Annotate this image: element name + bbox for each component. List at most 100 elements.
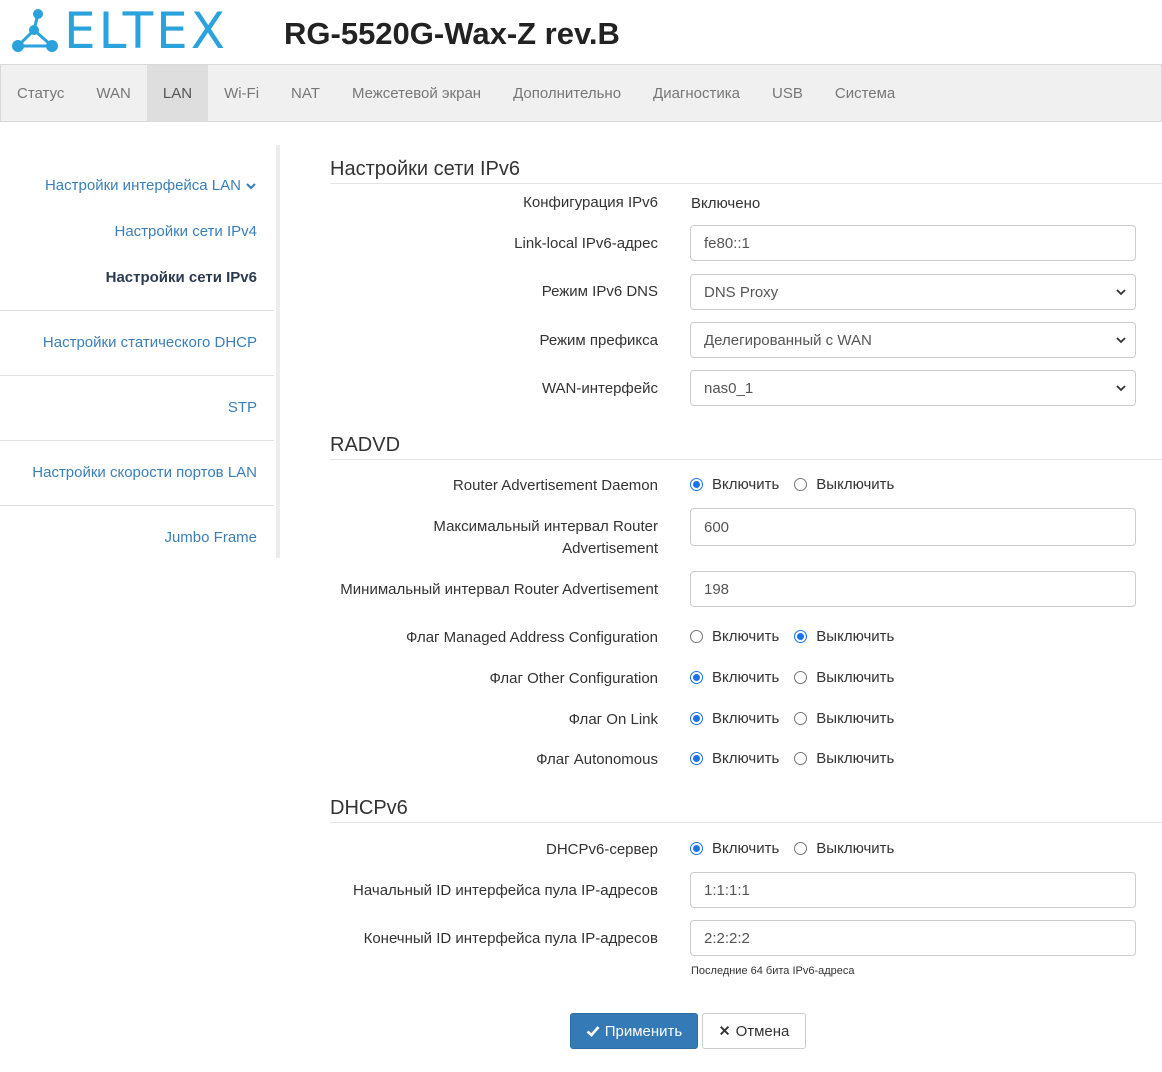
tab-firewall[interactable]: Межсетевой экран bbox=[336, 65, 497, 121]
tab-nat[interactable]: NAT bbox=[275, 65, 336, 121]
sidebar-item-label: Настройки интерфейса LAN bbox=[44, 177, 241, 194]
tab-system[interactable]: Система bbox=[819, 65, 911, 121]
autonomous-off-radio[interactable] bbox=[794, 752, 808, 765]
sidebar-item-ipv6[interactable]: Настройки сети IPv6 bbox=[106, 269, 257, 286]
chevron-down-icon bbox=[246, 183, 256, 190]
pool-start-label: Начальный ID интерфейса пула IP-адресов bbox=[353, 882, 658, 899]
section-divider bbox=[330, 459, 1162, 460]
wan-interface-selected: nas0_1 bbox=[704, 379, 754, 397]
ra-max-interval-label: Максимальный интервал Router Advertiseme… bbox=[433, 516, 658, 560]
other-config-on-radio[interactable] bbox=[690, 671, 703, 684]
ra-max-interval-label-line1: Максимальный интервал Router bbox=[433, 518, 658, 535]
ra-min-interval-input[interactable]: 198 bbox=[690, 571, 1136, 607]
prefix-mode-select[interactable]: Делегированный с WAN bbox=[690, 322, 1136, 358]
radio-label-off: Выключить bbox=[816, 840, 895, 857]
ra-daemon-on-radio[interactable] bbox=[690, 478, 703, 491]
on-link-off-radio[interactable] bbox=[794, 712, 808, 725]
linklocal-label: Link-local IPv6-адрес bbox=[514, 235, 658, 252]
sidebar-divider bbox=[0, 505, 274, 506]
ipv6-dns-label: Режим IPv6 DNS bbox=[541, 283, 658, 300]
dhcpv6-server-radio-group: Включить Выключить bbox=[690, 840, 909, 857]
on-link-on-radio[interactable] bbox=[690, 712, 703, 725]
chevron-down-icon bbox=[1116, 289, 1126, 296]
tab-lan[interactable]: LAN bbox=[146, 65, 209, 121]
section-title-dhcpv6: DHCPv6 bbox=[330, 797, 408, 819]
pool-start-input[interactable]: 1:1:1:1 bbox=[690, 872, 1136, 908]
tab-wan[interactable]: WAN bbox=[80, 65, 146, 121]
managed-flag-label: Флаг Managed Address Configuration bbox=[406, 629, 658, 646]
section-title-radvd: RADVD bbox=[330, 434, 401, 456]
on-link-flag-radio-group: Включить Выключить bbox=[690, 710, 909, 727]
sidebar-item-stp[interactable]: STP bbox=[228, 399, 257, 416]
chevron-down-icon bbox=[1116, 385, 1126, 392]
ra-max-interval-label-line2: Advertisement bbox=[562, 540, 658, 557]
sidebar-item-ipv4[interactable]: Настройки сети IPv4 bbox=[115, 223, 258, 240]
other-config-off-radio[interactable] bbox=[794, 671, 808, 684]
radio-label-on: Включить bbox=[712, 476, 780, 493]
wan-interface-select[interactable]: nas0_1 bbox=[690, 370, 1136, 406]
other-config-flag-label: Флаг Other Configuration bbox=[489, 670, 658, 687]
eltex-network-logo-icon bbox=[12, 9, 58, 52]
linklocal-value: fe80::1 bbox=[704, 234, 750, 252]
pool-help-text: Последние 64 бита IPv6-адреса bbox=[691, 965, 855, 977]
tab-usb[interactable]: USB bbox=[756, 65, 819, 121]
radio-label-on: Включить bbox=[712, 840, 780, 857]
apply-button-label: Применить bbox=[604, 1022, 683, 1040]
radio-label-off: Выключить bbox=[816, 750, 895, 767]
sidebar-divider bbox=[0, 375, 274, 376]
sidebar-item-lan-interface[interactable]: Настройки интерфейса LAN bbox=[45, 177, 257, 194]
ra-max-interval-input[interactable]: 600 bbox=[690, 508, 1136, 546]
logo-text: ELTEX bbox=[64, 2, 228, 60]
section-divider bbox=[330, 822, 1162, 823]
check-icon bbox=[586, 1026, 600, 1037]
ipv6-dns-select[interactable]: DNS Proxy bbox=[690, 274, 1136, 310]
ra-min-interval-value: 198 bbox=[704, 580, 730, 598]
radio-label-off: Выключить bbox=[816, 476, 895, 493]
ra-daemon-off-radio[interactable] bbox=[794, 478, 808, 491]
tab-advanced[interactable]: Дополнительно bbox=[497, 65, 637, 121]
ra-max-interval-value: 600 bbox=[704, 518, 730, 536]
ipv6-config-value: Включено bbox=[691, 195, 761, 212]
autonomous-flag-radio-group: Включить Выключить bbox=[690, 750, 909, 767]
header: ELTEX RG-5520G-Wax-Z rev.B bbox=[0, 0, 1162, 64]
dhcpv6-server-on-radio[interactable] bbox=[690, 842, 703, 855]
pool-start-value: 1:1:1:1 bbox=[704, 881, 750, 899]
ipv6-dns-selected: DNS Proxy bbox=[704, 283, 779, 301]
linklocal-input[interactable]: fe80::1 bbox=[690, 225, 1136, 261]
sidebar-item-jumbo-frame[interactable]: Jumbo Frame bbox=[164, 529, 257, 546]
dhcpv6-server-off-radio[interactable] bbox=[794, 842, 808, 855]
sidebar-divider bbox=[0, 310, 274, 311]
top-navigation: Статус WAN LAN Wi-Fi NAT Межсетевой экра… bbox=[0, 64, 1162, 122]
pool-end-input[interactable]: 2:2:2:2 bbox=[690, 920, 1136, 956]
managed-flag-off-radio[interactable] bbox=[794, 630, 808, 643]
radio-label-on: Включить bbox=[712, 750, 780, 767]
managed-flag-on-radio[interactable] bbox=[690, 630, 703, 643]
ra-min-interval-label: Минимальный интервал Router Advertisemen… bbox=[340, 581, 658, 598]
tab-status[interactable]: Статус bbox=[1, 65, 80, 121]
other-config-flag-radio-group: Включить Выключить bbox=[690, 669, 909, 686]
section-divider bbox=[330, 183, 1162, 184]
eltex-logo[interactable]: ELTEX bbox=[8, 6, 228, 56]
pool-end-label: Конечный ID интерфейса пула IP-адресов bbox=[363, 930, 658, 947]
ra-daemon-radio-group: Включить Выключить bbox=[690, 476, 909, 493]
radio-label-on: Включить bbox=[712, 710, 780, 727]
sidebar: Настройки интерфейса LAN Настройки сети … bbox=[0, 145, 280, 558]
dhcpv6-server-label: DHCPv6-сервер bbox=[545, 841, 658, 858]
radio-label-on: Включить bbox=[712, 669, 780, 686]
prefix-mode-selected: Делегированный с WAN bbox=[704, 331, 872, 349]
sidebar-item-port-speed[interactable]: Настройки скорости портов LAN bbox=[32, 464, 257, 481]
cancel-button-label: Отмена bbox=[735, 1022, 790, 1040]
tab-wifi[interactable]: Wi-Fi bbox=[208, 65, 275, 121]
cancel-button[interactable]: Отмена bbox=[702, 1013, 806, 1049]
section-title-ipv6: Настройки сети IPv6 bbox=[330, 158, 520, 180]
tab-diagnostics[interactable]: Диагностика bbox=[637, 65, 756, 121]
pool-end-value: 2:2:2:2 bbox=[704, 929, 750, 947]
radio-label-off: Выключить bbox=[816, 628, 895, 645]
autonomous-on-radio[interactable] bbox=[690, 752, 703, 765]
apply-button[interactable]: Применить bbox=[570, 1013, 698, 1049]
radio-label-off: Выключить bbox=[816, 669, 895, 686]
wan-interface-label: WAN-интерфейс bbox=[541, 380, 658, 397]
managed-flag-radio-group: Включить Выключить bbox=[690, 628, 909, 645]
sidebar-item-static-dhcp[interactable]: Настройки статического DHCP bbox=[43, 334, 257, 351]
prefix-mode-label: Режим префикса bbox=[539, 332, 658, 349]
